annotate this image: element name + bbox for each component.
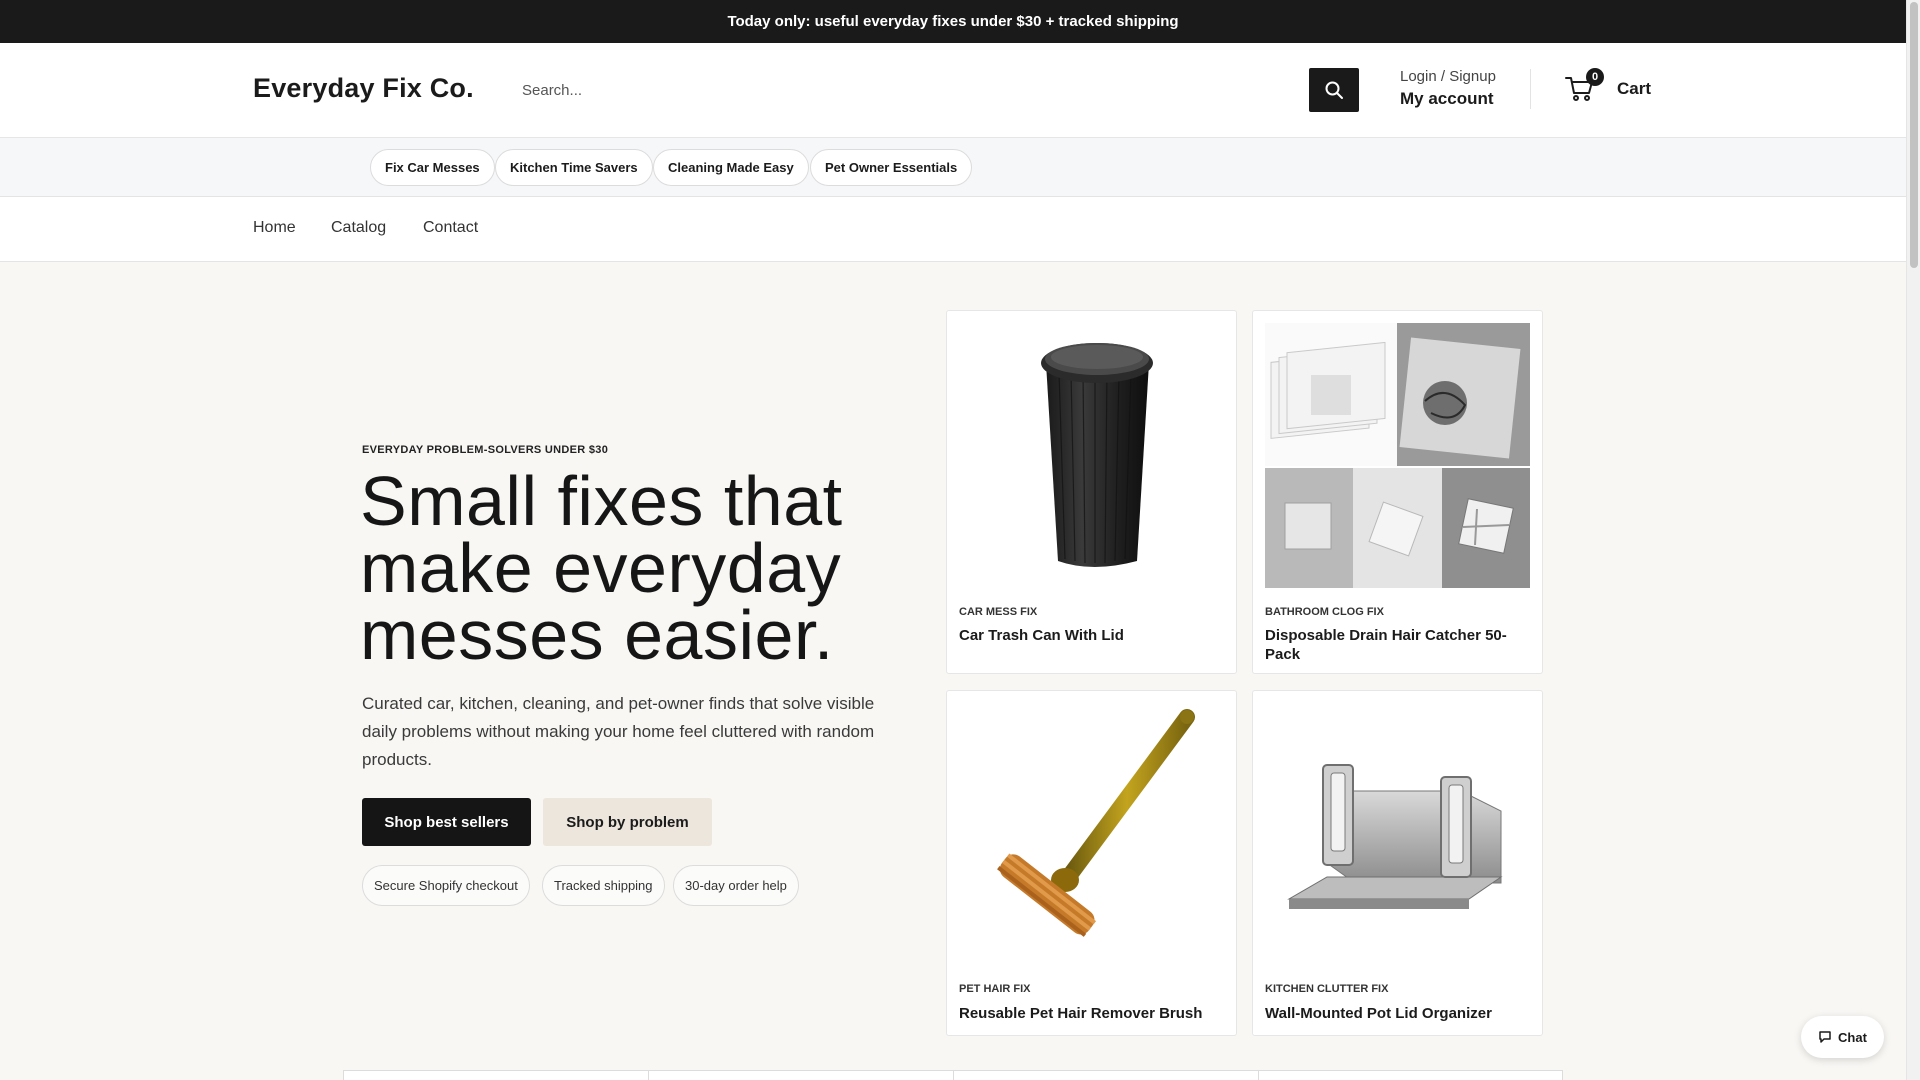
chat-icon <box>1819 1031 1831 1043</box>
next-section-strip <box>343 1070 1563 1080</box>
category-pill-pet[interactable]: Pet Owner Essentials <box>810 149 973 186</box>
chat-button[interactable]: Chat <box>1801 1016 1884 1058</box>
account-link[interactable]: Login / Signup My account <box>1400 68 1496 109</box>
product-tag: BATHROOM CLOG FIX <box>1265 606 1384 618</box>
trust-badge-shipping: Tracked shipping <box>542 865 665 906</box>
product-card[interactable]: CAR MESS FIX Car Trash Can With Lid <box>946 310 1237 674</box>
trust-badge-checkout: Secure Shopify checkout <box>362 865 530 906</box>
drain-hair-catcher-image <box>1265 323 1530 588</box>
site-header: Everyday Fix Co. Login / Signup My accou… <box>0 43 1906 138</box>
cart-button[interactable]: 0 Cart <box>1565 68 1652 109</box>
car-trash-can-image <box>959 323 1224 588</box>
nav-contact[interactable]: Contact <box>423 219 478 237</box>
main-navigation: Home Catalog Contact <box>0 197 1906 262</box>
product-title[interactable]: Disposable Drain Hair Catcher 50-Pack <box>1265 626 1530 664</box>
pot-lid-organizer-image <box>1265 703 1530 968</box>
nav-home[interactable]: Home <box>253 219 296 237</box>
store-logo[interactable]: Everyday Fix Co. <box>253 73 474 104</box>
shop-best-sellers-button[interactable]: Shop best sellers <box>362 798 531 846</box>
search-input[interactable] <box>506 68 1316 112</box>
product-title[interactable]: Car Trash Can With Lid <box>959 626 1224 645</box>
login-signup-link[interactable]: Login / Signup <box>1400 68 1496 85</box>
strip-divider <box>953 1071 954 1080</box>
search-button[interactable] <box>1309 68 1359 112</box>
chat-label: Chat <box>1838 1029 1867 1045</box>
search-icon <box>1325 81 1343 99</box>
product-tag: KITCHEN CLUTTER FIX <box>1265 983 1389 995</box>
category-pill-car[interactable]: Fix Car Messes <box>370 149 495 186</box>
nav-catalog[interactable]: Catalog <box>331 219 386 237</box>
product-title[interactable]: Reusable Pet Hair Remover Brush <box>959 1004 1224 1023</box>
product-card[interactable]: PET HAIR FIX Reusable Pet Hair Remover B… <box>946 690 1237 1036</box>
announcement-bar: Today only: useful everyday fixes under … <box>0 0 1906 43</box>
cart-count-badge: 0 <box>1586 68 1604 86</box>
product-card[interactable]: KITCHEN CLUTTER FIX Wall-Mounted Pot Lid… <box>1252 690 1543 1036</box>
product-card[interactable]: BATHROOM CLOG FIX Disposable Drain Hair … <box>1252 310 1543 674</box>
product-tag: CAR MESS FIX <box>959 606 1038 618</box>
page-scrollbar[interactable] <box>1906 0 1920 1080</box>
my-account-link[interactable]: My account <box>1400 89 1496 109</box>
shop-by-problem-button[interactable]: Shop by problem <box>543 798 712 846</box>
header-divider <box>1530 69 1531 109</box>
cart-label: Cart <box>1617 79 1652 98</box>
product-title[interactable]: Wall-Mounted Pot Lid Organizer <box>1265 1004 1530 1023</box>
hero-eyebrow: EVERYDAY PROBLEM-SOLVERS UNDER $30 <box>362 444 609 456</box>
category-pill-kitchen[interactable]: Kitchen Time Savers <box>495 149 653 186</box>
hero-headline: Small fixes that make everyday messes ea… <box>360 462 843 674</box>
announcement-text: Today only: useful everyday fixes under … <box>727 13 1179 30</box>
strip-divider <box>1258 1071 1259 1080</box>
search-bar <box>506 68 1359 112</box>
hero-subcopy: Curated car, kitchen, cleaning, and pet-… <box>362 694 875 769</box>
product-tag: PET HAIR FIX <box>959 983 1031 995</box>
strip-divider <box>648 1071 649 1080</box>
scrollbar-thumb[interactable] <box>1910 2 1918 268</box>
category-bar: Fix Car Messes Kitchen Time Savers Clean… <box>0 138 1906 197</box>
pet-hair-brush-image <box>959 703 1224 968</box>
category-pill-cleaning[interactable]: Cleaning Made Easy <box>653 149 809 186</box>
cart-icon: 0 <box>1565 68 1604 103</box>
trust-badge-order-help: 30-day order help <box>673 865 799 906</box>
